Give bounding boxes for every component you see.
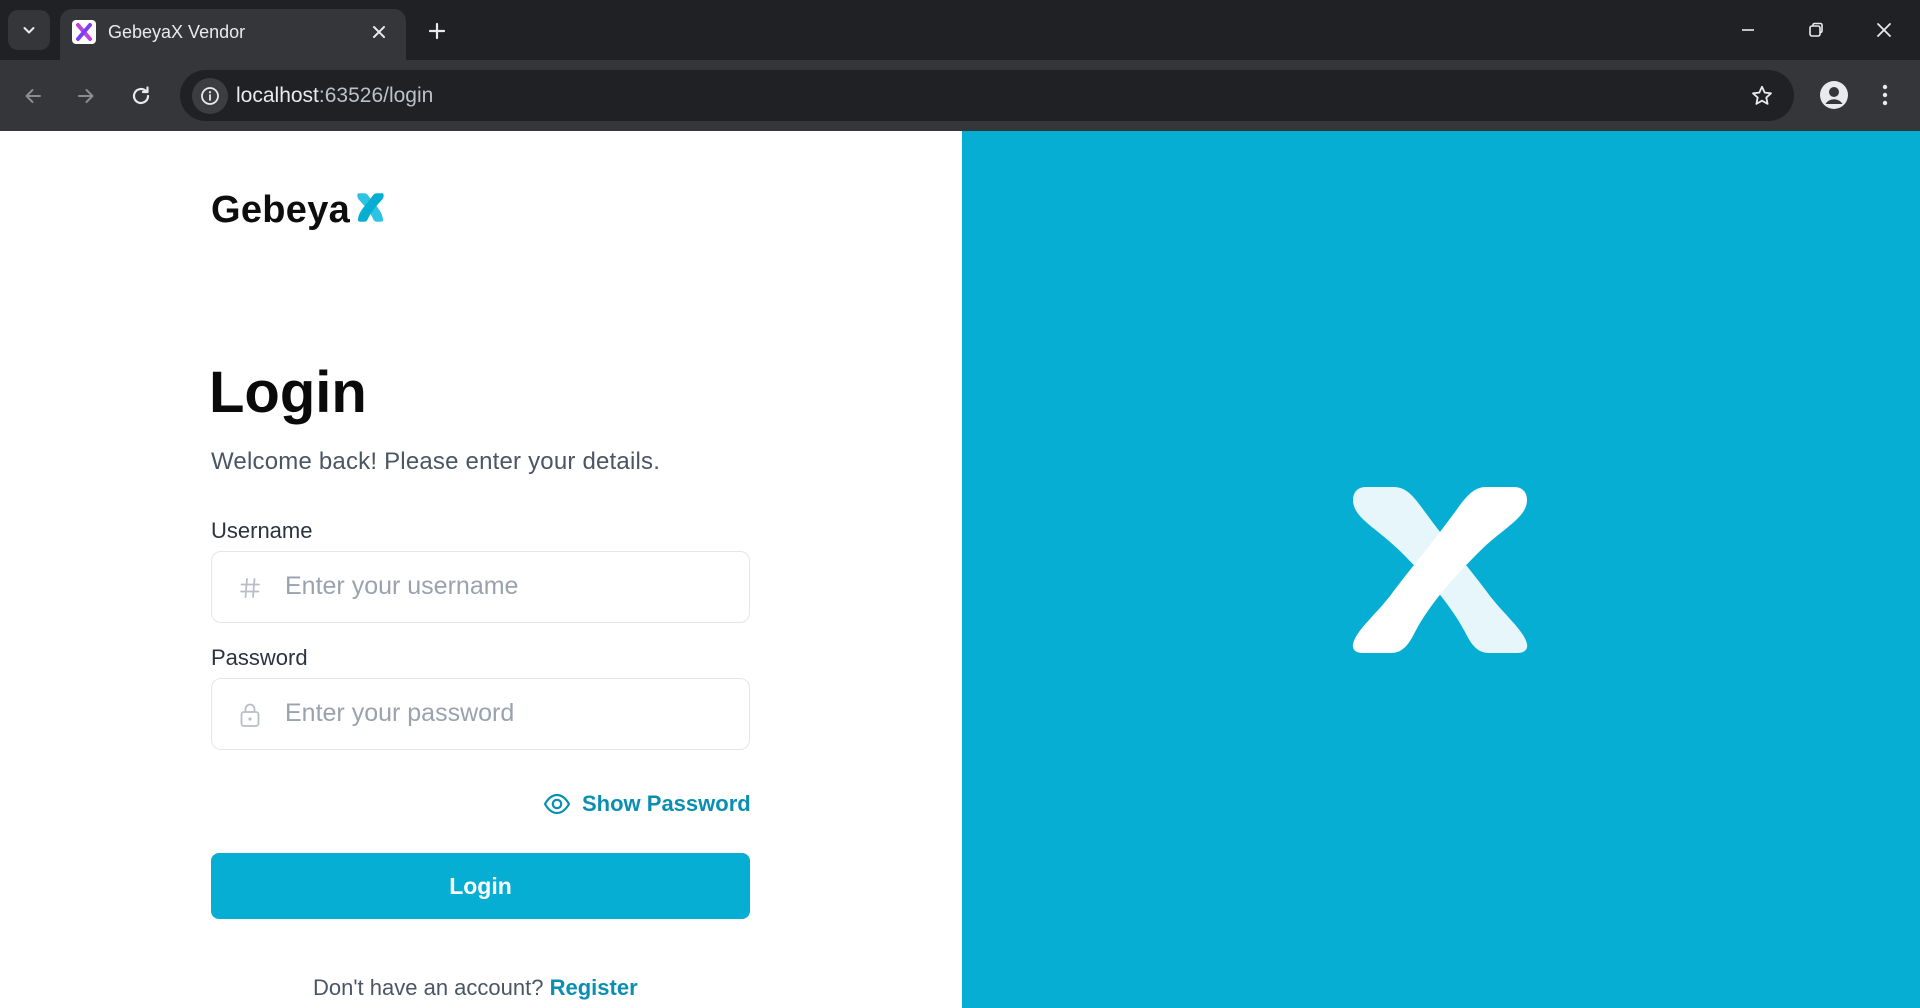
show-password-label: Show Password (582, 791, 751, 816)
page-content: Gebeya Login Welcome back! Please enter … (0, 131, 1920, 1008)
password-label: Password (211, 645, 308, 670)
site-info-icon[interactable] (192, 78, 228, 114)
username-label: Username (211, 518, 313, 543)
url-text[interactable]: localhost:63526/login (236, 84, 433, 108)
forward-button[interactable] (66, 76, 106, 116)
brand-hero-panel (962, 131, 1920, 1008)
plus-icon (428, 22, 446, 40)
close-icon (1877, 23, 1891, 37)
chevron-down-icon (23, 27, 35, 34)
back-button[interactable] (13, 76, 53, 116)
page-subtitle: Welcome back! Please enter your details. (211, 448, 661, 475)
lock-icon (236, 701, 264, 729)
bookmark-star-icon[interactable] (1748, 82, 1776, 110)
register-link[interactable]: Register (550, 975, 638, 1000)
password-field[interactable] (211, 678, 750, 750)
page-title: Login (209, 360, 367, 425)
url-host: localhost (236, 84, 319, 107)
username-input[interactable] (285, 552, 725, 621)
reload-button[interactable] (121, 76, 161, 116)
browser-toolbar: localhost:63526/login (0, 60, 1920, 131)
tab-search-button[interactable] (8, 10, 50, 50)
tab-title: GebeyaX Vendor (108, 22, 246, 42)
register-prompt-text: Don't have an account? (313, 975, 544, 1000)
profile-avatar-icon[interactable] (1816, 77, 1852, 113)
arrow-left-icon (25, 89, 41, 103)
new-tab-button[interactable] (422, 16, 452, 46)
kebab-menu-icon (1882, 84, 1888, 106)
eye-icon (542, 789, 572, 819)
brand-x-logo-icon (1352, 487, 1528, 653)
info-icon (201, 87, 219, 105)
login-button[interactable]: Login (211, 853, 750, 919)
restore-window-button[interactable] (1792, 10, 1840, 50)
gebeyax-favicon-icon (72, 20, 96, 44)
arrow-right-icon (78, 89, 94, 103)
browser-menu-button[interactable] (1870, 77, 1900, 113)
brand-logo: Gebeya (211, 189, 386, 232)
url-path: :63526/login (318, 84, 434, 107)
minimize-window-button[interactable] (1724, 10, 1772, 50)
close-tab-icon[interactable] (368, 21, 390, 43)
minimize-icon (1742, 29, 1754, 31)
hash-icon (236, 574, 264, 602)
restore-icon (1809, 22, 1823, 37)
brand-name: Gebeya (211, 189, 351, 231)
address-bar[interactable]: localhost:63526/login (180, 70, 1794, 121)
register-prompt-row: Don't have an account? Register (313, 975, 638, 1001)
password-input[interactable] (285, 679, 725, 748)
browser-tab-active[interactable]: GebeyaX Vendor (60, 9, 406, 60)
login-panel: Gebeya Login Welcome back! Please enter … (0, 131, 962, 1008)
close-window-button[interactable] (1860, 10, 1908, 50)
browser-tab-strip: GebeyaX Vendor (0, 0, 1920, 60)
username-field[interactable] (211, 551, 750, 623)
brand-x-icon (357, 193, 384, 222)
show-password-toggle[interactable]: Show Password (542, 787, 751, 821)
reload-icon (132, 86, 150, 105)
